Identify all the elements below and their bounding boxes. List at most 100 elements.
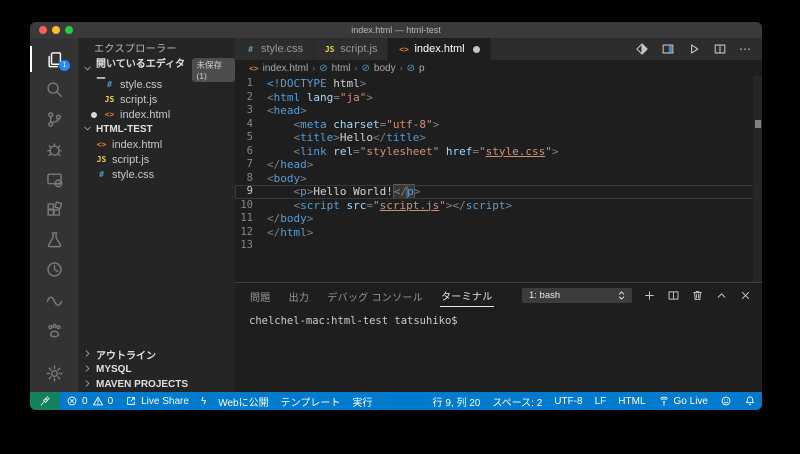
split-editor-icon[interactable]	[713, 42, 727, 56]
code-editor[interactable]: 1<!DOCTYPE html>2<html lang="ja">3<head>…	[235, 76, 762, 282]
split-editor-icon	[713, 42, 727, 56]
breadcrumb[interactable]: <>index.html›⊘html›⊘body›⊘p	[235, 60, 762, 76]
code-line[interactable]: 6 <link rel="stylesheet" href="style.css…	[235, 145, 762, 159]
code-line[interactable]: 1<!DOCTYPE html>	[235, 77, 762, 91]
split-terminal-icon[interactable]	[667, 289, 680, 302]
chevron-down-icon	[82, 63, 93, 74]
code-line[interactable]: 10 <script src="script.js"></script>	[235, 199, 762, 213]
line-content: <body>	[267, 172, 307, 186]
more-actions-icon[interactable]: ⋯	[739, 42, 752, 56]
sidebar-section-MYSQL[interactable]: MYSQL	[78, 362, 235, 377]
publish-web[interactable]: Webに公開	[212, 392, 274, 410]
window-title: index.html — html-test	[30, 25, 762, 35]
run-icon[interactable]	[687, 42, 701, 56]
beaker-icon	[45, 230, 64, 249]
status-label: テンプレート	[281, 394, 341, 409]
open-editors-header[interactable]: 開いているエディター 未保存 (1)	[78, 62, 235, 77]
code-line[interactable]: 8<body>	[235, 172, 762, 186]
title-bar[interactable]: index.html — html-test	[30, 22, 762, 38]
maximize-panel-icon	[715, 289, 728, 302]
chevron-right-icon	[82, 363, 93, 377]
activity-extensions-icon[interactable]	[30, 194, 78, 224]
breadcrumb-item[interactable]: body	[374, 63, 396, 74]
panel-tab-ターミナル[interactable]: ターミナル	[440, 283, 494, 307]
template[interactable]: テンプレート	[275, 392, 347, 410]
clock-icon	[45, 260, 64, 279]
chevron-down-icon	[82, 123, 93, 134]
new-terminal-icon[interactable]	[643, 289, 656, 302]
line-content: <title>Hello</title>	[267, 131, 426, 145]
tab-script.js[interactable]: JSscript.js	[314, 38, 388, 60]
line-content: <meta charset="utf-8">	[267, 118, 439, 132]
sidebar-section-アウトライン[interactable]: アウトライン	[78, 347, 235, 362]
feedback[interactable]	[714, 392, 738, 410]
code-line[interactable]: 12</html>	[235, 226, 762, 240]
tab-style.css[interactable]: #style.css	[235, 38, 314, 60]
line-content: </html>	[267, 226, 313, 240]
tab-index.html[interactable]: <>index.html	[388, 38, 490, 60]
line-number: 6	[235, 145, 267, 159]
code-line[interactable]: 3<head>	[235, 104, 762, 118]
breadcrumb-item[interactable]: p	[419, 63, 425, 74]
breadcrumb-item[interactable]: index.html	[263, 63, 309, 74]
chevron-down-icon	[82, 63, 93, 77]
activity-wave-icon[interactable]	[30, 284, 78, 314]
file-name: style.css	[120, 79, 162, 91]
status-label: 0	[108, 396, 114, 407]
activity-remote-window-icon[interactable]	[30, 164, 78, 194]
activity-files-icon[interactable]: 1	[30, 44, 78, 74]
activity-search-icon[interactable]	[30, 74, 78, 104]
code-line[interactable]: 7</head>	[235, 158, 762, 172]
code-line[interactable]: 11</body>	[235, 212, 762, 226]
lightning[interactable]: ϟ	[195, 392, 212, 410]
css-file-icon: #	[96, 170, 107, 179]
run[interactable]: 実行	[346, 392, 378, 410]
status-bar: 00Live ShareϟWebに公開テンプレート実行 行 9, 列 20スペース…	[30, 392, 762, 410]
file-name: index.html	[112, 139, 162, 151]
activity-beaker-icon[interactable]	[30, 224, 78, 254]
kill-terminal-icon[interactable]	[691, 289, 704, 302]
code-line[interactable]: 4 <meta charset="utf-8">	[235, 118, 762, 132]
split-terminal-icon	[667, 289, 680, 302]
activity-debug-icon[interactable]	[30, 134, 78, 164]
file-tree-item[interactable]: <>index.html	[78, 137, 235, 152]
activity-paw-icon[interactable]	[30, 314, 78, 344]
smiley-icon	[720, 395, 732, 407]
panel-tab-出力[interactable]: 出力	[288, 284, 311, 307]
maximize-panel-icon[interactable]	[715, 289, 728, 302]
file-tree-item[interactable]: #style.css	[78, 167, 235, 182]
panel-tab-問題[interactable]: 問題	[249, 284, 272, 307]
preview-icon[interactable]	[661, 42, 675, 56]
activity-gear-icon[interactable]	[30, 358, 78, 388]
search-icon	[45, 80, 64, 99]
activity-clock-icon[interactable]	[30, 254, 78, 284]
file-tree-item[interactable]: JSscript.js	[78, 152, 235, 167]
format-icon[interactable]	[635, 42, 649, 56]
terminal-select[interactable]: 1: bash	[522, 288, 632, 303]
remote-indicator[interactable]	[30, 392, 60, 410]
code-line[interactable]: 5 <title>Hello</title>	[235, 131, 762, 145]
open-editor-item[interactable]: JSscript.js	[78, 92, 235, 107]
problems[interactable]: 00	[60, 392, 119, 410]
editor-scrollbar[interactable]	[753, 76, 762, 282]
encoding[interactable]: UTF-8	[548, 392, 588, 410]
indentation[interactable]: スペース: 2	[486, 392, 548, 410]
code-line[interactable]: 13	[235, 239, 762, 253]
open-editor-item[interactable]: <>index.html	[78, 107, 235, 122]
code-line[interactable]: 2<html lang="ja">	[235, 91, 762, 105]
live-share[interactable]: Live Share	[119, 392, 195, 410]
cursor-position[interactable]: 行 9, 列 20	[427, 392, 487, 410]
go-live[interactable]: Go Live	[652, 392, 714, 410]
open-editor-item[interactable]: #style.css	[78, 77, 235, 92]
eol[interactable]: LF	[589, 392, 613, 410]
terminal[interactable]: chelchel-mac:html-test tatsuhiko$	[235, 307, 762, 392]
sidebar-section-MAVEN PROJECTS[interactable]: MAVEN PROJECTS	[78, 377, 235, 392]
language-mode[interactable]: HTML	[612, 392, 651, 410]
code-line[interactable]: 9 <p>Hello World!</p>	[235, 185, 762, 199]
close-panel-icon[interactable]	[739, 289, 752, 302]
breadcrumb-item[interactable]: html	[332, 63, 351, 74]
notifications[interactable]	[738, 392, 762, 410]
folder-header[interactable]: HTML-TEST	[78, 122, 235, 137]
activity-source-control-icon[interactable]	[30, 104, 78, 134]
panel-tab-デバッグ コンソール[interactable]: デバッグ コンソール	[326, 284, 424, 307]
